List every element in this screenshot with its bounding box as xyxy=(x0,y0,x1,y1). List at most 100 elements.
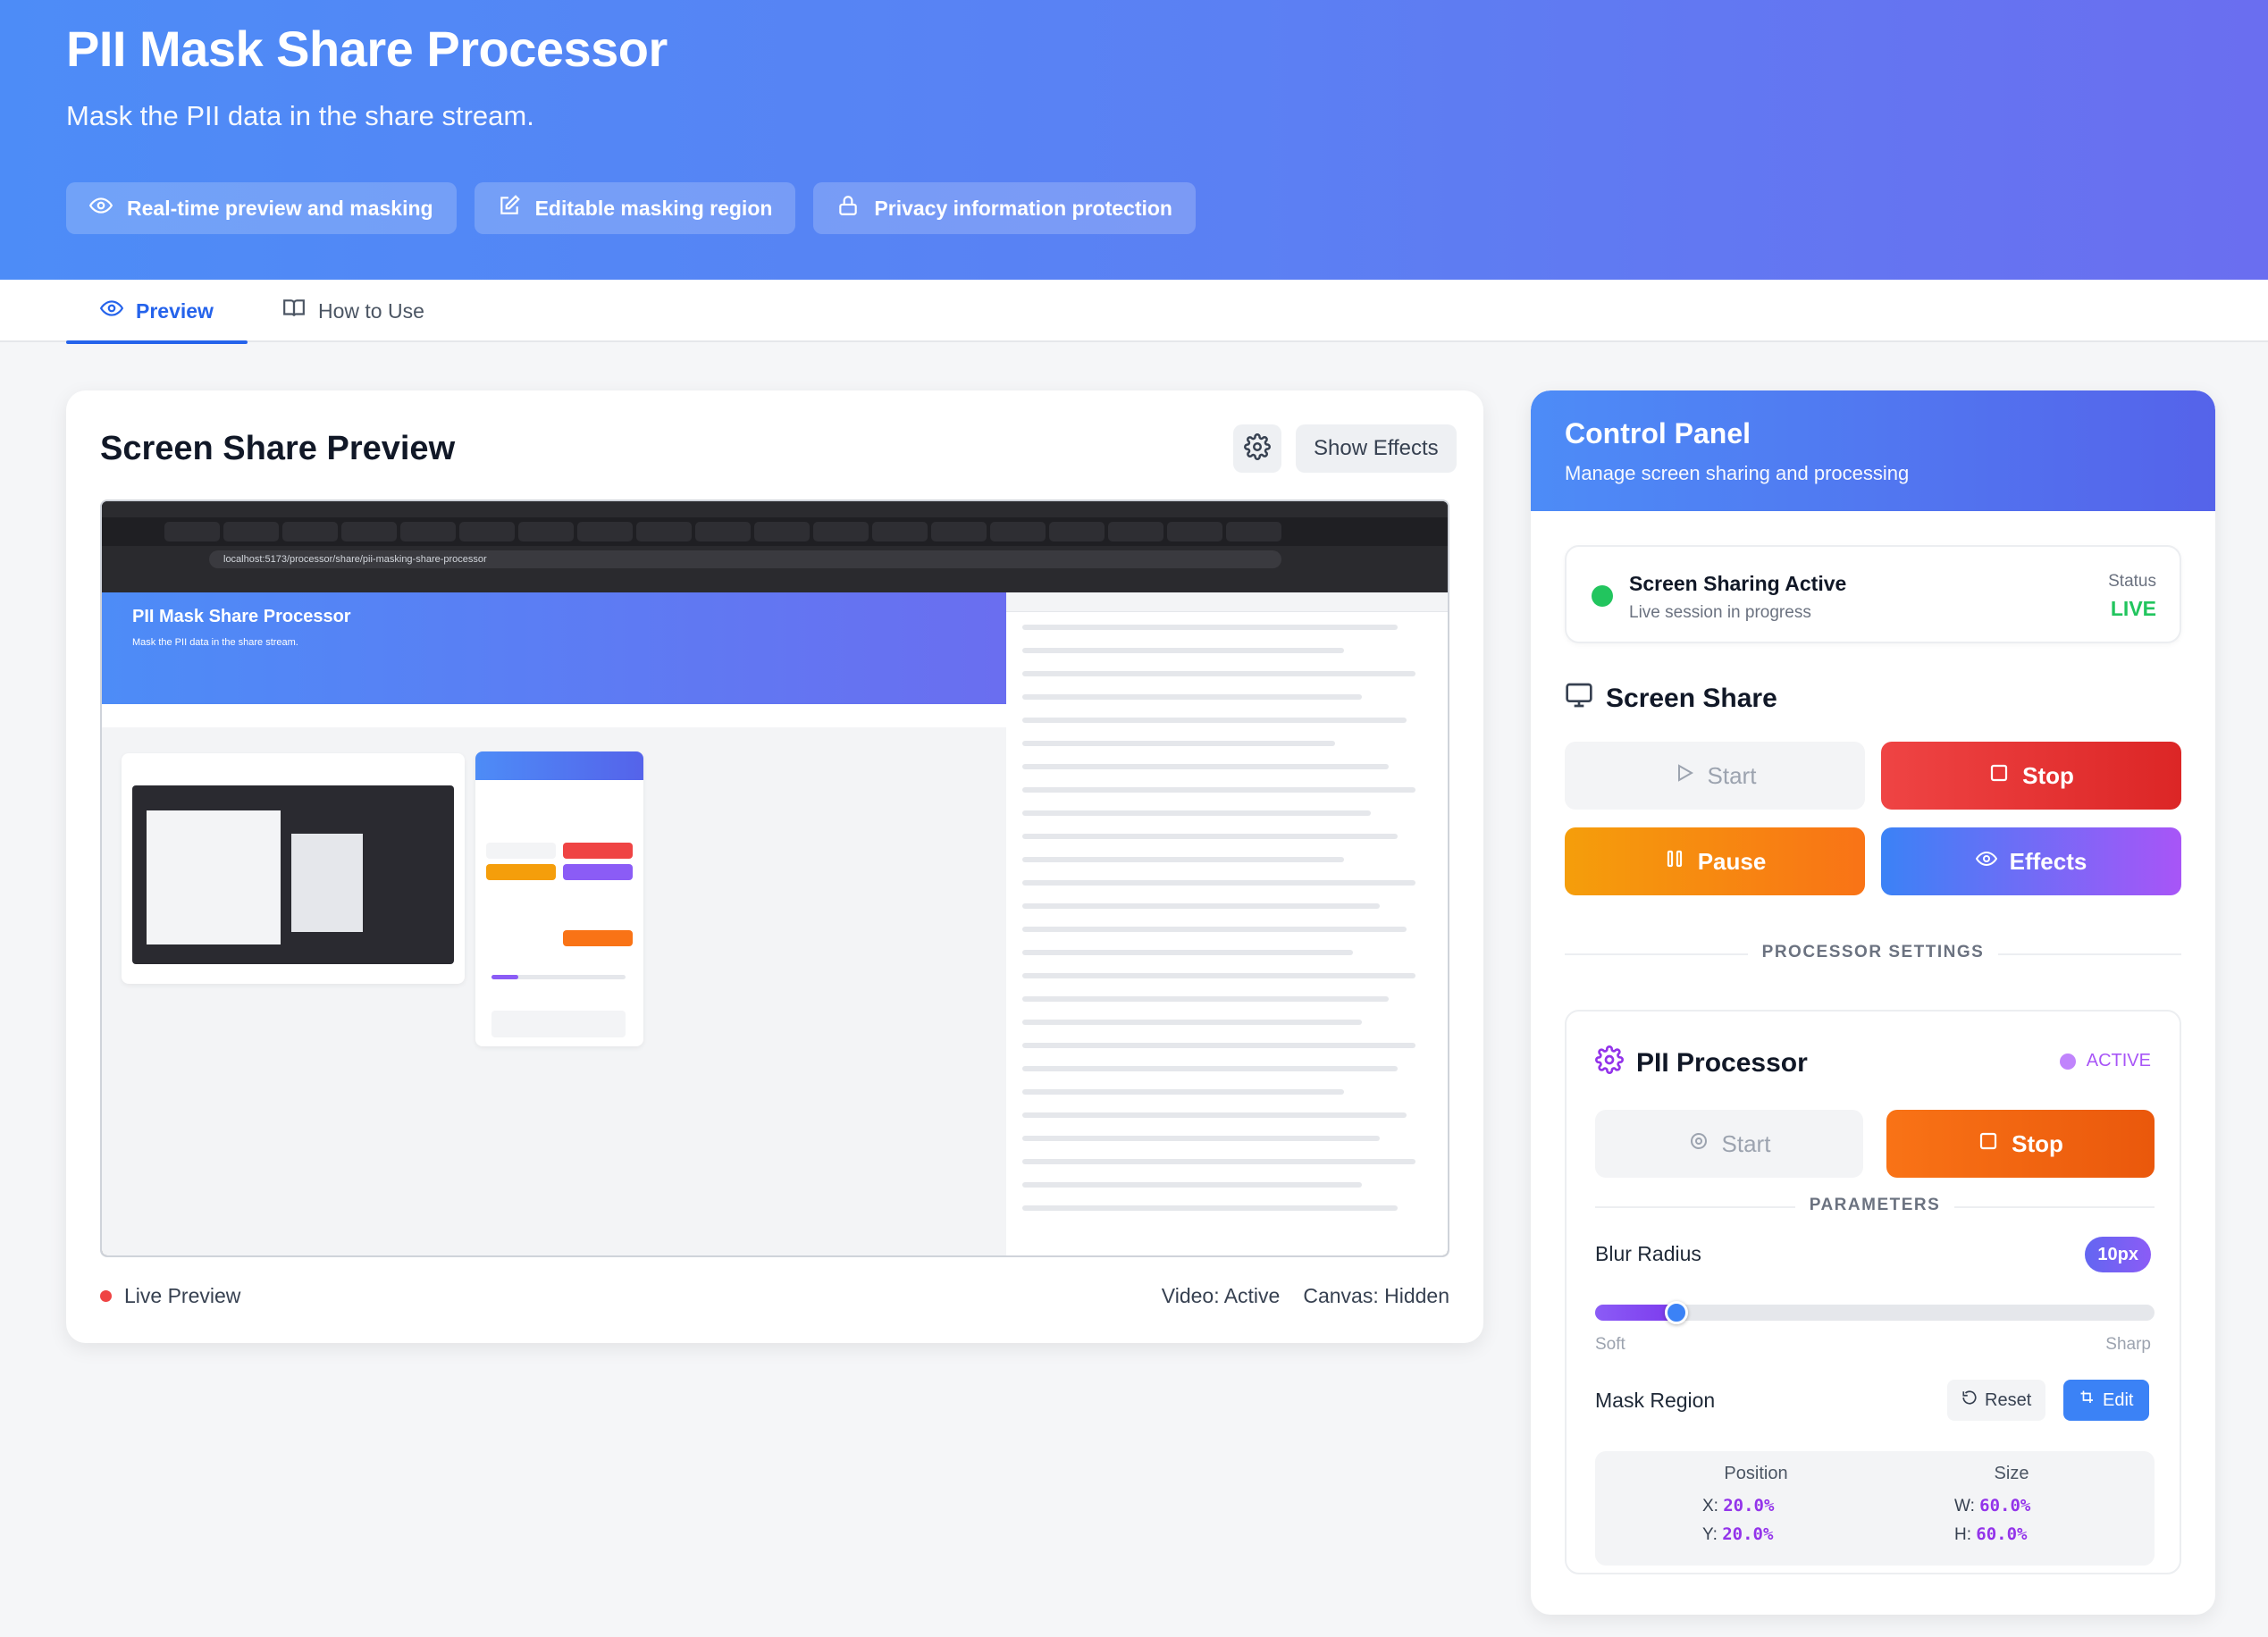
live-dot xyxy=(100,1290,112,1302)
video-status: Video: Active xyxy=(1161,1284,1281,1307)
screen-share-video: localhost:5173/processor/share/pii-maski… xyxy=(100,499,1449,1257)
tab-how-to-use[interactable]: How to Use xyxy=(282,280,424,342)
tab-preview[interactable]: Preview xyxy=(66,280,248,344)
blur-radius-slider[interactable] xyxy=(1595,1301,2155,1324)
status-dot xyxy=(1592,585,1613,607)
feature-label: Privacy information protection xyxy=(874,196,1172,220)
live-label: Live Preview xyxy=(124,1284,241,1307)
h-value: H: 60.0% xyxy=(1954,1524,2028,1544)
mac-menubar xyxy=(102,501,1448,517)
share-pause-button[interactable]: Pause xyxy=(1565,827,1865,895)
mask-region-label: Mask Region xyxy=(1595,1389,1716,1412)
status-label: Status xyxy=(2108,572,2156,591)
button-label: Stop xyxy=(2022,761,2074,789)
preview-title: Screen Share Preview xyxy=(100,430,456,467)
button-label: Start xyxy=(1707,761,1757,789)
preview-status: Video: Active Canvas: Hidden xyxy=(1162,1284,1449,1308)
feature-pill-editable: Editable masking region xyxy=(474,182,796,234)
crop-icon xyxy=(2079,1389,2096,1411)
tab-bar: Preview How to Use xyxy=(0,280,2268,344)
pii-processor-card: PII Processor ACTIVE Start Stop PARAMETE… xyxy=(1565,1010,2181,1574)
control-panel-header: Control Panel Manage screen sharing and … xyxy=(1531,390,2215,511)
button-label: Edit xyxy=(2103,1389,2134,1410)
control-panel-subtitle: Manage screen sharing and processing xyxy=(1565,462,1910,484)
share-start-button[interactable]: Start xyxy=(1565,742,1865,810)
reset-button[interactable]: Reset xyxy=(1947,1380,2046,1421)
tab-label: Preview xyxy=(136,298,214,323)
processor-stop-button[interactable]: Stop xyxy=(1886,1110,2155,1178)
control-panel-title: Control Panel xyxy=(1565,417,1751,449)
stop-icon xyxy=(1978,1130,1999,1158)
slider-max-label: Sharp xyxy=(2105,1335,2151,1354)
processor-state-badge: ACTIVE xyxy=(2059,1051,2151,1071)
status-title: Screen Sharing Active xyxy=(1629,572,1847,595)
tab-label: How to Use xyxy=(318,298,424,323)
feature-label: Real-time preview and masking xyxy=(127,196,433,220)
mirrored-subtitle: Mask the PII data in the share stream. xyxy=(132,637,298,648)
position-header: Position xyxy=(1724,1464,1788,1483)
screen-share-preview-card: Screen Share Preview Show Effects localh… xyxy=(66,390,1483,1343)
button-label: Pause xyxy=(1697,847,1767,875)
blur-radius-label: Blur Radius xyxy=(1595,1242,1701,1265)
status-subtitle: Live session in progress xyxy=(1629,603,1811,622)
button-label: Effects xyxy=(2009,847,2087,875)
share-stop-button[interactable]: Stop xyxy=(1881,742,2181,810)
browser-tab-strip xyxy=(102,517,1448,546)
mirrored-control-panel xyxy=(475,751,643,1046)
stop-icon xyxy=(1988,762,2010,790)
processor-title: PII Processor xyxy=(1595,1045,1808,1081)
share-effects-button[interactable]: Effects xyxy=(1881,827,2181,895)
eye-icon xyxy=(88,194,113,222)
slider-min-label: Soft xyxy=(1595,1335,1625,1354)
mask-region-values: Position Size X: 20.0% Y: 20.0% W: 60.0%… xyxy=(1595,1451,2155,1566)
button-label: Stop xyxy=(2012,1129,2063,1157)
slider-thumb[interactable] xyxy=(1665,1301,1689,1324)
feature-list: Real-time preview and masking Editable m… xyxy=(66,182,1196,234)
x-value: X: 20.0% xyxy=(1702,1496,1775,1515)
page-subtitle: Mask the PII data in the share stream. xyxy=(66,100,534,131)
control-panel: Control Panel Manage screen sharing and … xyxy=(1531,390,2215,1615)
mirrored-preview-card xyxy=(122,753,465,984)
show-effects-button[interactable]: Show Effects xyxy=(1296,424,1457,473)
mirrored-title: PII Mask Share Processor xyxy=(132,607,351,626)
pause-icon xyxy=(1664,848,1685,876)
blur-radius-value: 10px xyxy=(2085,1237,2151,1272)
mirrored-page: PII Mask Share Processor Mask the PII da… xyxy=(102,592,1006,1255)
y-value: Y: 20.0% xyxy=(1702,1524,1774,1544)
button-label: Start xyxy=(1721,1129,1771,1157)
gear-icon xyxy=(1688,1130,1709,1158)
sharing-status-card: Screen Sharing Active Live session in pr… xyxy=(1565,545,2181,643)
processor-start-button[interactable]: Start xyxy=(1595,1110,1863,1178)
monitor-icon xyxy=(1565,681,1593,717)
processor-title-label: PII Processor xyxy=(1636,1048,1808,1078)
size-header: Size xyxy=(1994,1464,2029,1483)
canvas-status: Canvas: Hidden xyxy=(1303,1284,1449,1307)
lock-icon xyxy=(836,194,860,222)
page-title: PII Mask Share Processor xyxy=(66,21,668,77)
feature-pill-privacy: Privacy information protection xyxy=(813,182,1196,234)
browser-address-bar: localhost:5173/processor/share/pii-maski… xyxy=(102,546,1448,573)
w-value: W: 60.0% xyxy=(1954,1496,2031,1515)
gear-icon xyxy=(1244,432,1271,465)
edit-icon xyxy=(498,194,521,222)
state-dot xyxy=(2059,1053,2076,1070)
state-label: ACTIVE xyxy=(2086,1051,2151,1070)
page-header: PII Mask Share Processor Mask the PII da… xyxy=(0,0,2268,280)
mirrored-header: PII Mask Share Processor Mask the PII da… xyxy=(102,592,1006,704)
status-badge: LIVE xyxy=(2110,597,2156,620)
settings-button[interactable] xyxy=(1233,424,1281,473)
gear-icon xyxy=(1595,1045,1624,1081)
edit-button[interactable]: Edit xyxy=(2063,1380,2150,1421)
eye-icon xyxy=(1975,848,1997,876)
screen-share-section-title: Screen Share xyxy=(1565,681,1777,717)
feature-label: Editable masking region xyxy=(534,196,773,220)
book-icon xyxy=(282,297,306,325)
feature-pill-realtime: Real-time preview and masking xyxy=(66,182,457,234)
devtools-console xyxy=(1006,592,1448,1255)
eye-icon xyxy=(99,297,124,325)
reset-icon xyxy=(1961,1389,1978,1411)
play-icon xyxy=(1674,762,1695,790)
processor-settings-label: PROCESSOR SETTINGS xyxy=(1565,943,2181,962)
address-text: localhost:5173/processor/share/pii-maski… xyxy=(209,550,1281,568)
bookmarks-bar xyxy=(102,573,1448,592)
